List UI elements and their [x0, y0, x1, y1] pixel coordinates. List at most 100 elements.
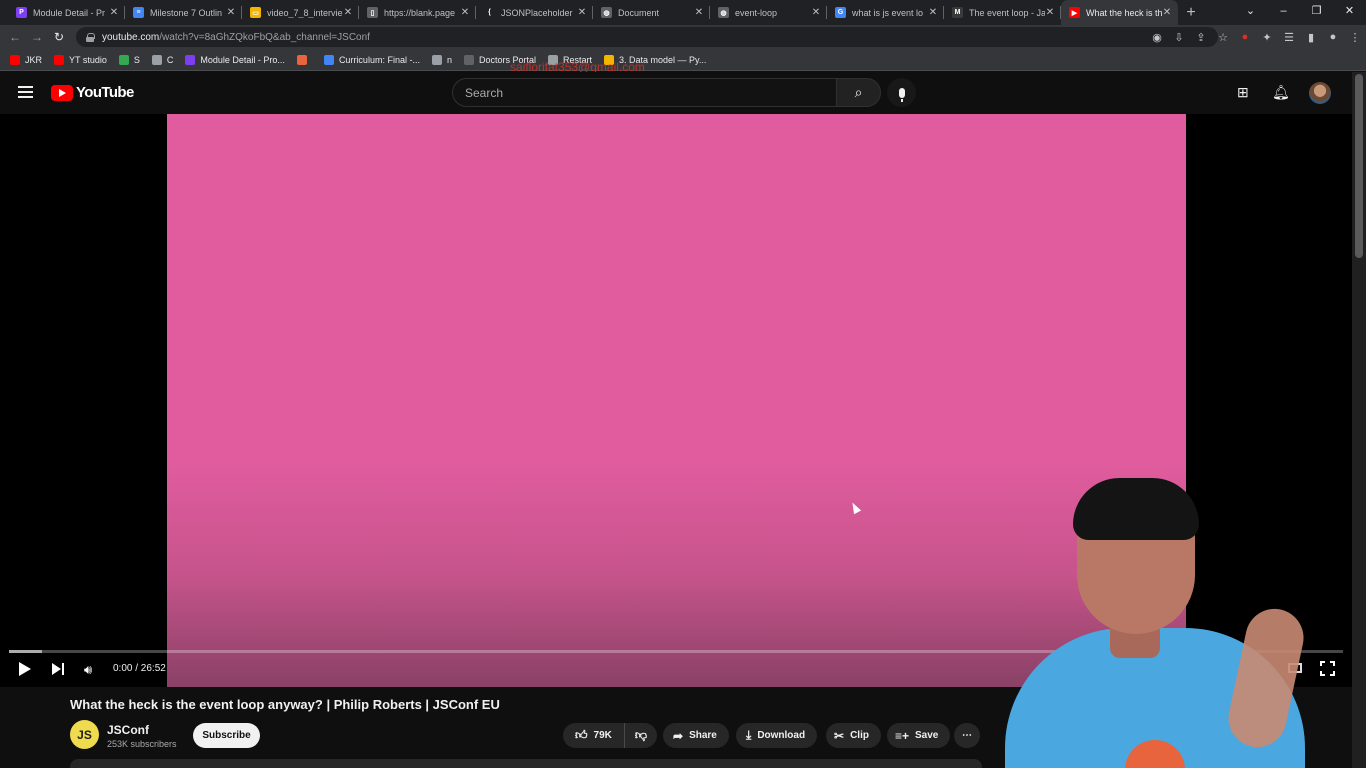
bookmarks-bar: JKR YT studio S C Module Detail - Pro... Curr…	[0, 49, 1366, 71]
voice-search-button[interactable]	[887, 78, 916, 107]
close-tab-icon[interactable]: ✕	[1045, 7, 1055, 18]
google-lens-icon[interactable]: ◉	[1146, 31, 1168, 44]
create-video-icon[interactable]: ⊞	[1237, 84, 1249, 101]
address-bar[interactable]: youtube.com/watch?v=8aGhZQkoFbQ&ab_chann…	[76, 27, 1218, 47]
like-dislike-group: 👍︎ 79K 👎︎	[563, 723, 657, 748]
more-horizontal-icon: ⋯	[962, 730, 972, 741]
close-tab-icon[interactable]: ✕	[1162, 7, 1172, 18]
close-tab-icon[interactable]: ✕	[109, 7, 119, 18]
search-button[interactable]: ⌕	[836, 78, 881, 107]
download-label: Download	[757, 730, 806, 741]
close-tab-icon[interactable]: ✕	[343, 7, 353, 18]
save-button[interactable]: ≡+ Save	[887, 723, 951, 748]
thumbs-down-icon: 👎︎	[634, 728, 648, 742]
close-tab-icon[interactable]: ✕	[811, 7, 821, 18]
browser-tab[interactable]: ▶ What the heck is th ✕	[1061, 0, 1178, 25]
browser-tab[interactable]: ▯ https://blank.page ✕	[359, 0, 476, 25]
install-app-icon[interactable]: ⇩	[1168, 31, 1190, 44]
download-button[interactable]: ⤓ Download	[736, 723, 818, 748]
url-path: /watch?v=8aGhZQkoFbQ&ab_channel=JSConf	[159, 31, 370, 43]
volume-icon[interactable]: 🔊︎	[84, 662, 92, 678]
account-avatar[interactable]	[1309, 82, 1331, 104]
tab-favicon-icon: ▯	[367, 7, 378, 18]
bookmark-item[interactable]: Curriculum: Final -...	[323, 54, 420, 65]
bookmark-item[interactable]	[296, 54, 312, 65]
share-button[interactable]: ➦ Share	[663, 723, 729, 748]
more-actions-button[interactable]: ⋯	[954, 723, 980, 748]
youtube-logo[interactable]: YouTube	[51, 84, 134, 101]
bookmark-item[interactable]: C	[151, 54, 173, 65]
tab-favicon-icon: ▭	[250, 7, 261, 18]
next-video-icon[interactable]	[52, 663, 65, 675]
notifications-bell-icon[interactable]: 🔔︎	[1272, 84, 1290, 101]
side-panel-icon[interactable]: ▮	[1300, 31, 1322, 44]
bookmark-item[interactable]: JKR	[10, 54, 42, 65]
tab-favicon-icon: ▶	[1069, 7, 1080, 18]
extension-badge-icon[interactable]: ●	[1234, 31, 1256, 43]
scrollbar-thumb[interactable]	[1355, 74, 1363, 258]
description-box[interactable]	[70, 759, 982, 768]
minimize-button[interactable]: –	[1267, 0, 1300, 22]
tab-title: Module Detail - Pr	[33, 7, 106, 18]
browser-tab[interactable]: ◍ Document ✕	[593, 0, 710, 25]
bookmark-item[interactable]: S	[118, 54, 140, 65]
browser-tab[interactable]: M The event loop - Ja ✕	[944, 0, 1061, 25]
time-display: 0:00 / 26:52	[113, 663, 166, 674]
subscribe-button[interactable]: Subscribe	[193, 723, 260, 748]
profile-avatar-icon[interactable]: ●	[1322, 31, 1344, 43]
bookmark-star-icon[interactable]: ☆	[1212, 31, 1234, 44]
lock-icon[interactable]	[86, 32, 95, 42]
close-tab-icon[interactable]: ✕	[460, 7, 470, 18]
search-input[interactable]: Search	[452, 78, 837, 107]
bookmark-item[interactable]: YT studio	[54, 54, 107, 65]
chrome-menu-icon[interactable]: ⋮	[1344, 31, 1366, 44]
tab-favicon-icon: ◍	[601, 7, 612, 18]
bookmark-item[interactable]: n	[431, 54, 452, 65]
clip-button[interactable]: ✂ Clip	[826, 723, 881, 748]
url-host: youtube.com	[102, 31, 160, 43]
browser-tab[interactable]: ≡ Milestone 7 Outlin ✕	[125, 0, 242, 25]
tab-title: video_7_8_intervie	[267, 7, 343, 18]
like-button[interactable]: 👍︎ 79K	[563, 723, 625, 748]
extensions-puzzle-icon[interactable]: ✦	[1256, 31, 1278, 44]
forward-icon[interactable]: →	[26, 30, 48, 44]
reload-icon[interactable]: ↻	[48, 30, 70, 44]
bookmark-favicon-icon	[10, 54, 20, 65]
play-icon[interactable]	[19, 662, 31, 676]
bookmark-item[interactable]: Module Detail - Pro...	[185, 54, 285, 65]
channel-name[interactable]: JSConf	[107, 723, 149, 737]
bookmark-favicon-icon	[431, 54, 442, 65]
reading-list-icon[interactable]: ☰	[1278, 31, 1300, 44]
tab-search-icon[interactable]: ⌄	[1234, 0, 1267, 22]
browser-toolbar: ← → ↻ youtube.com/watch?v=8aGhZQkoFbQ&ab…	[0, 25, 1366, 49]
menu-icon[interactable]	[18, 86, 33, 98]
new-tab-button[interactable]: +	[1178, 0, 1204, 25]
close-tab-icon[interactable]: ✕	[694, 7, 704, 18]
presenter-hair	[1073, 478, 1199, 540]
share-page-icon[interactable]: ⇪	[1190, 31, 1212, 44]
progress-buffered	[9, 650, 43, 653]
tab-favicon-icon: {	[484, 7, 495, 18]
tab-list: P Module Detail - Pr ✕ ≡ Milestone 7 Outlin ✕…	[0, 0, 1178, 25]
close-tab-icon[interactable]: ✕	[928, 7, 938, 18]
close-window-button[interactable]: ✕	[1333, 0, 1366, 22]
tab-title: https://blank.page	[384, 7, 456, 18]
tab-title: what is js event lo	[852, 7, 924, 18]
browser-tab[interactable]: ▭ video_7_8_intervie ✕	[242, 0, 359, 25]
playlist-add-icon: ≡+	[895, 728, 910, 743]
browser-tab[interactable]: {JSONPlaceholder ✕	[476, 0, 593, 25]
dislike-button[interactable]: 👎︎	[625, 728, 657, 743]
browser-tab[interactable]: ◍ event-loop ✕	[710, 0, 827, 25]
share-arrow-icon: ➦	[673, 728, 684, 743]
close-tab-icon[interactable]: ✕	[226, 7, 236, 18]
toolbar-icons: ◉ ⇩ ⇪ ☆ ● ✦ ☰ ▮ ● ⋮	[1146, 25, 1366, 49]
channel-avatar[interactable]: JS	[70, 720, 99, 749]
microphone-icon	[898, 87, 905, 102]
browser-tab[interactable]: Gwhat is js event lo ✕	[827, 0, 944, 25]
search-icon: ⌕	[854, 84, 863, 100]
back-icon[interactable]: ←	[4, 30, 26, 44]
browser-tab[interactable]: P Module Detail - Pr ✕	[8, 0, 125, 25]
like-count: 79K	[593, 730, 612, 741]
restore-button[interactable]: ❐	[1300, 0, 1333, 22]
close-tab-icon[interactable]: ✕	[577, 7, 587, 18]
